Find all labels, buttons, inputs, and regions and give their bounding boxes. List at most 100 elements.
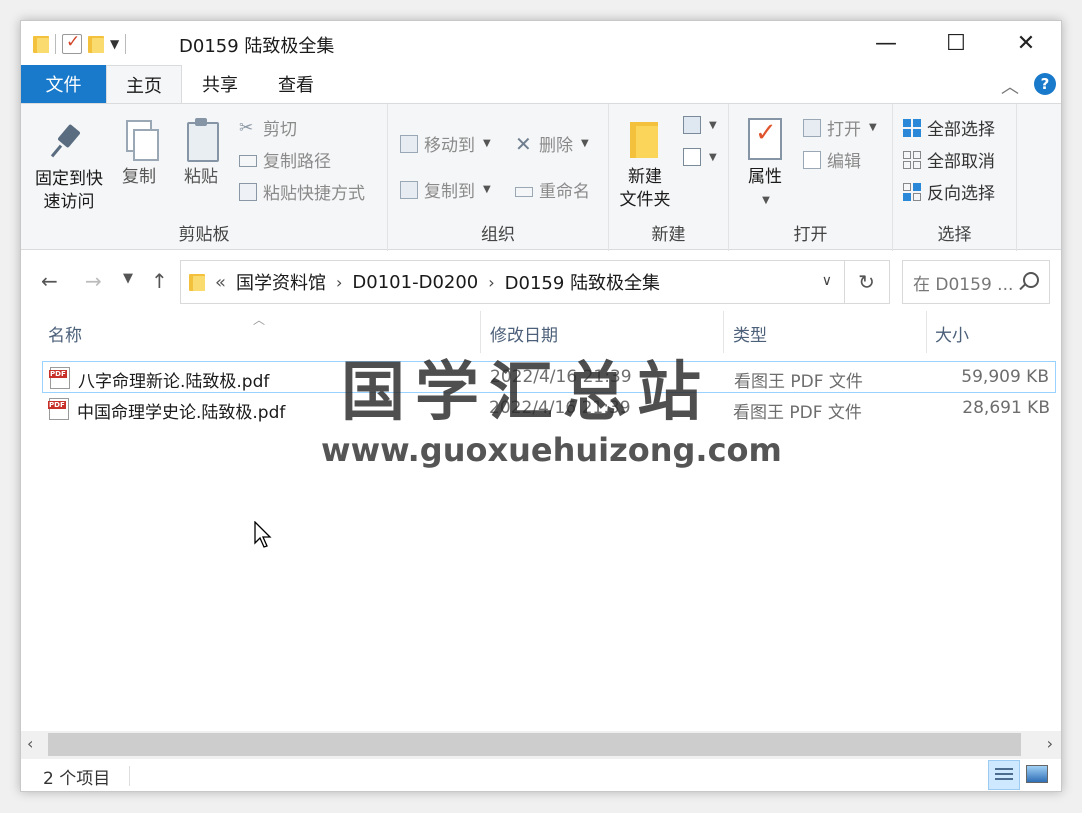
- properties-label: 属性: [748, 167, 782, 187]
- customize-toolbar-chevron-icon[interactable]: ▼: [110, 37, 119, 51]
- column-divider[interactable]: [723, 311, 724, 353]
- open-dropdown-icon: ▼: [869, 122, 877, 133]
- select-none-button[interactable]: 全部取消: [903, 147, 995, 172]
- properties-quick-icon[interactable]: [62, 32, 82, 54]
- copy-button[interactable]: 复制: [115, 118, 163, 189]
- easy-access-dropdown-icon: ▼: [709, 151, 717, 163]
- open-button[interactable]: 打开 ▼: [803, 115, 877, 140]
- back-arrow-icon[interactable]: ←: [41, 269, 58, 293]
- address-history-chevron-icon[interactable]: ∨: [822, 273, 832, 289]
- address-bar[interactable]: « 国学资料馆 › D0101-D0200 › D0159 陆致极全集 ∨: [180, 260, 845, 304]
- edit-button[interactable]: 编辑: [803, 147, 861, 172]
- tab-share[interactable]: 共享: [182, 65, 258, 103]
- collapse-ribbon-chevron-icon[interactable]: ︿: [1001, 73, 1019, 99]
- organize-group-label: 组织: [481, 225, 515, 245]
- file-name: 中国命理学史论.陆致极.pdf: [77, 403, 286, 423]
- clipboard-group-label: 剪贴板: [178, 225, 230, 245]
- toolbar-separator: [55, 34, 56, 54]
- pdf-file-icon: [48, 398, 69, 420]
- horizontal-scrollbar[interactable]: ‹ ›: [21, 731, 1061, 759]
- navigation-bar: ← → ▼ ↑ « 国学资料馆 › D0101-D0200 › D0159 陆致…: [21, 251, 1061, 311]
- search-input[interactable]: 在 D0159 ...: [902, 260, 1050, 304]
- select-all-button[interactable]: 全部选择: [903, 115, 995, 140]
- help-icon[interactable]: ?: [1034, 73, 1056, 95]
- title-bar: ▼ D0159 陆致极全集 — ☐ ✕: [21, 21, 1061, 65]
- status-separator: [129, 766, 130, 786]
- paste-shortcut-button[interactable]: 粘贴快捷方式: [239, 179, 365, 204]
- edit-label: 编辑: [827, 152, 861, 172]
- copy-path-label: 复制路径: [263, 152, 331, 172]
- new-item-button[interactable]: ▼: [683, 116, 717, 134]
- delete-dropdown-icon: ▼: [581, 138, 589, 149]
- new-folder-quick-icon[interactable]: [88, 34, 104, 54]
- scroll-left-chevron-icon[interactable]: ‹: [27, 734, 33, 753]
- ribbon: 固定到快 速访问 复制 粘贴 ✂ 剪切 复制路径 粘贴快捷方式 剪贴板 移动到 …: [21, 103, 1061, 251]
- watermark-url: www.guoxuehuizong.com: [321, 431, 782, 469]
- breadcrumb-item[interactable]: D0101-D0200: [352, 272, 478, 293]
- copy-to-icon: [400, 180, 418, 199]
- column-divider[interactable]: [926, 311, 927, 353]
- copy-path-button[interactable]: 复制路径: [239, 147, 331, 172]
- move-to-button[interactable]: 移动到 ▼: [400, 131, 491, 156]
- select-none-icon: [903, 150, 921, 169]
- ribbon-tabs: 文件 主页 共享 查看 ︿ ?: [21, 65, 1061, 104]
- up-arrow-icon[interactable]: ↑: [151, 269, 168, 293]
- copy-icon: [122, 118, 159, 161]
- pin-to-quick-access-button[interactable]: 固定到快 速访问: [31, 122, 107, 214]
- invert-selection-icon: [903, 182, 921, 201]
- open-group: 属性 ▼ 打开 ▼ 编辑 打开: [729, 104, 893, 251]
- file-type: 看图王 PDF 文件: [734, 372, 863, 392]
- rename-button[interactable]: 重命名: [515, 177, 590, 202]
- tab-home[interactable]: 主页: [106, 65, 182, 104]
- tab-file[interactable]: 文件: [21, 65, 106, 103]
- address-overflow[interactable]: «: [215, 272, 226, 293]
- properties-button[interactable]: 属性 ▼: [741, 118, 789, 212]
- quick-access-toolbar: ▼: [33, 31, 127, 57]
- new-folder-icon: [630, 118, 660, 160]
- column-type[interactable]: 类型: [733, 321, 767, 346]
- column-size[interactable]: 大小: [935, 321, 969, 346]
- open-label: 打开: [827, 120, 861, 140]
- close-button[interactable]: ✕: [991, 21, 1061, 65]
- new-group: 新建 文件夹 ▼ ▼ 新建: [609, 104, 729, 251]
- scroll-right-chevron-icon[interactable]: ›: [1047, 734, 1053, 753]
- breadcrumb-item[interactable]: D0159 陆致极全集: [505, 269, 660, 295]
- pdf-file-icon: [49, 367, 70, 389]
- minimize-button[interactable]: —: [851, 21, 921, 65]
- clipboard-group: 固定到快 速访问 复制 粘贴 ✂ 剪切 复制路径 粘贴快捷方式 剪贴板: [21, 104, 388, 251]
- properties-icon: [748, 118, 782, 160]
- delete-button[interactable]: ✕ 删除 ▼: [515, 131, 589, 157]
- scrollbar-thumb[interactable]: [48, 733, 1021, 756]
- new-folder-button[interactable]: 新建 文件夹: [613, 118, 677, 212]
- breadcrumb-item[interactable]: 国学资料馆: [236, 269, 326, 295]
- breadcrumb-separator-icon[interactable]: ›: [336, 273, 342, 292]
- forward-arrow-icon[interactable]: →: [85, 269, 102, 293]
- easy-access-button[interactable]: ▼: [683, 148, 717, 166]
- column-name[interactable]: 名称: [48, 321, 82, 346]
- edit-icon: [803, 150, 821, 169]
- cut-label: 剪切: [263, 120, 297, 140]
- copy-to-label: 复制到: [424, 182, 475, 202]
- invert-selection-button[interactable]: 反向选择: [903, 179, 995, 204]
- paste-shortcut-icon: [239, 182, 257, 201]
- paste-button[interactable]: 粘贴: [177, 118, 225, 189]
- scissors-icon: ✂: [239, 117, 254, 138]
- details-view-icon[interactable]: [988, 760, 1020, 790]
- file-size: 59,909 KB: [961, 367, 1049, 387]
- status-bar: 2 个项目: [21, 759, 1061, 791]
- select-all-label: 全部选择: [927, 120, 995, 140]
- new-item-icon: [683, 116, 701, 134]
- move-to-dropdown-icon: ▼: [483, 138, 491, 149]
- select-group-label: 选择: [937, 225, 972, 245]
- copy-to-button[interactable]: 复制到 ▼: [400, 177, 491, 202]
- tab-view[interactable]: 查看: [258, 65, 334, 103]
- maximize-button[interactable]: ☐: [921, 21, 991, 65]
- cut-button[interactable]: ✂ 剪切: [239, 115, 297, 141]
- search-placeholder: 在 D0159 ...: [913, 274, 1014, 295]
- breadcrumb-separator-icon[interactable]: ›: [488, 273, 494, 292]
- large-icons-view-icon[interactable]: [1026, 765, 1048, 783]
- pin-label-line1: 固定到快: [35, 169, 103, 189]
- recent-locations-chevron-icon[interactable]: ▼: [123, 271, 133, 286]
- refresh-button[interactable]: ↻: [844, 260, 890, 304]
- paste-icon: [184, 118, 219, 162]
